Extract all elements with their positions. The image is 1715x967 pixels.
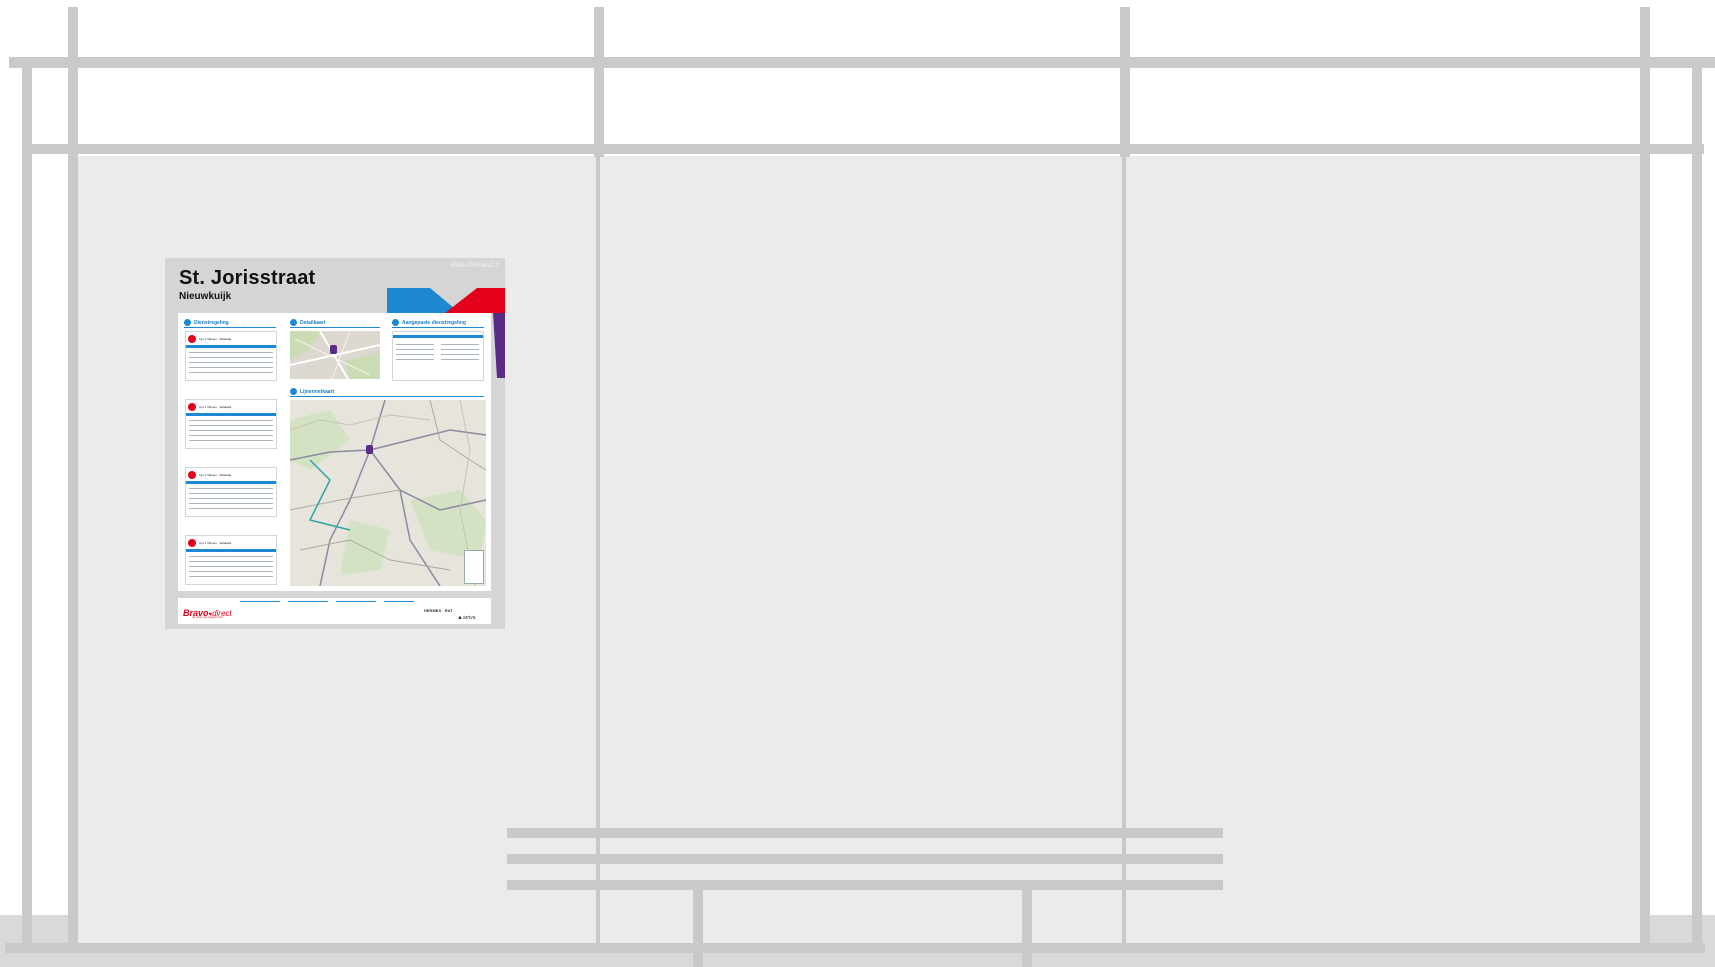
- detail-map-streets: [290, 331, 380, 379]
- network-map-section-icon: [290, 388, 297, 395]
- adjusted-timetable-card: [392, 331, 484, 381]
- bus-stop-poster: St. Jorisstraat Nieuwkuijk 0000-0000 tes…: [165, 258, 505, 629]
- timetable-row: [189, 571, 273, 572]
- detail-map-section-icon: [290, 319, 297, 326]
- stop-location-pin: [330, 345, 337, 354]
- timetable-row: [189, 566, 273, 567]
- poster-content-panel: Dienstregeling Lijn 1 Vlijmen - Waalwijk…: [178, 313, 491, 591]
- timetable-row: [441, 344, 479, 345]
- timetable-row: [189, 493, 273, 494]
- timetable-row: [189, 367, 273, 368]
- stop-name: St. Jorisstraat: [179, 267, 316, 289]
- timetable-card: Lijn 1 Vlijmen - Waalwijk: [185, 399, 277, 449]
- timetable-row: [189, 362, 273, 363]
- brand-tagline: Je reist, wij regelen het: [192, 615, 223, 619]
- timetable-row: [189, 352, 273, 353]
- timetable-card: Lijn 1 Vlijmen - Waalwijk: [185, 467, 277, 517]
- roof-beam-top: [9, 57, 1715, 68]
- timetable-card: Lijn 1 Vlijmen - Waalwijk: [185, 535, 277, 585]
- network-map-legend: [464, 550, 484, 584]
- bench-slat: [507, 854, 1223, 864]
- arriva-name: arriva: [462, 615, 476, 621]
- timetable-header: [186, 345, 276, 348]
- shelter-post: [22, 62, 32, 947]
- timetable-row: [189, 498, 273, 499]
- timetable-header: [186, 413, 276, 416]
- timetable-section-icon: [184, 319, 191, 326]
- partner-logo-arriva: ▲arriva: [457, 606, 475, 624]
- line-title: Lijn 1 Vlijmen - Waalwijk: [199, 473, 232, 477]
- timetable-row: [189, 576, 273, 577]
- line-badge: [188, 403, 196, 411]
- timetable-row: [396, 359, 434, 360]
- footer-info-block: [384, 601, 414, 620]
- timetable-row: [441, 354, 479, 355]
- poster-footer: Bravo♥direct Je reist, wij regelen het H…: [178, 598, 491, 624]
- detail-map: [290, 331, 380, 379]
- timetable-row: [396, 344, 434, 345]
- timetable-row: [396, 349, 434, 350]
- timetable-row: [441, 359, 479, 360]
- timetable-row: [189, 556, 273, 557]
- timetable-row: [189, 440, 273, 441]
- timetable-row: [441, 349, 479, 350]
- line-badge: [188, 539, 196, 547]
- line-badge: [188, 335, 196, 343]
- timetable-row: [189, 425, 273, 426]
- bench-leg: [1022, 890, 1032, 967]
- network-map-routes: [290, 400, 486, 586]
- timetable-card: Lijn 1 Vlijmen - Waalwijk: [185, 331, 277, 381]
- timetable-row: [189, 420, 273, 421]
- timetable-row: [189, 435, 273, 436]
- adjusted-timetable-section-title: Aangepaste dienstregeling: [402, 320, 466, 326]
- bench-slat: [507, 828, 1223, 838]
- stop-location-pin: [366, 445, 373, 454]
- timetable-row: [189, 372, 273, 373]
- footer-info-block: [240, 601, 280, 620]
- section-underline: [290, 396, 484, 397]
- network-map-section-title: Lijnennetkaart: [300, 389, 335, 395]
- timetable-row: [189, 430, 273, 431]
- shelter-post: [68, 7, 78, 947]
- timetable-row: [189, 357, 273, 358]
- bench-slat: [507, 880, 1223, 890]
- shelter-post: [594, 7, 604, 157]
- roof-beam-lower: [24, 144, 1704, 154]
- line-badge: [188, 471, 196, 479]
- section-underline: [184, 327, 276, 328]
- line-title: Lijn 1 Vlijmen - Waalwijk: [199, 405, 232, 409]
- line-title: Lijn 1 Vlijmen - Waalwijk: [199, 541, 232, 545]
- section-underline: [290, 327, 380, 328]
- shelter-post: [1692, 62, 1702, 947]
- bench-leg: [693, 890, 703, 967]
- adjusted-timetable-section-icon: [392, 319, 399, 326]
- footer-info-block: [336, 601, 376, 620]
- partner-logo-hermes: HERMES · RAT: [424, 608, 453, 613]
- timetable-row: [396, 354, 434, 355]
- footer-info-block: [288, 601, 328, 620]
- timetable-row: [189, 561, 273, 562]
- timetable-header: [186, 549, 276, 552]
- timetable-row: [189, 508, 273, 509]
- shelter-post: [1120, 7, 1130, 157]
- network-map: [290, 400, 486, 586]
- section-underline: [392, 327, 484, 328]
- detail-map-section-title: Detailkaart: [300, 320, 326, 326]
- timetable-section-title: Dienstregeling: [194, 320, 229, 326]
- timetable-row: [189, 503, 273, 504]
- timetable-header: [186, 481, 276, 484]
- line-title: Lijn 1 Vlijmen - Waalwijk: [199, 337, 232, 341]
- stop-town: Nieuwkuijk: [179, 291, 232, 302]
- poster-code: 0000-0000 test2.1: [450, 263, 499, 269]
- timetable-header: [393, 335, 483, 338]
- shelter-post: [1640, 7, 1650, 947]
- bottom-rail: [5, 943, 1705, 953]
- timetable-row: [189, 488, 273, 489]
